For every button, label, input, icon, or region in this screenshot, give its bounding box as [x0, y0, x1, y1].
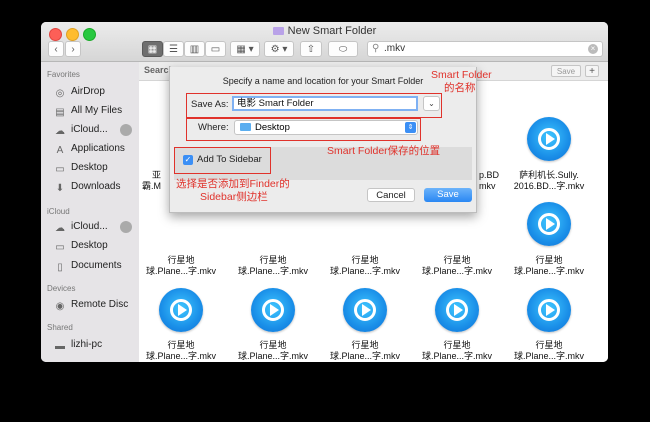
icon-view-button[interactable]: ▦: [142, 41, 163, 57]
icloud-progress-icon: [119, 124, 132, 136]
sidebar-item-icloud-desktop[interactable]: ▭ Desktop: [54, 239, 107, 253]
file-item[interactable]: 行星地 球.Plane...字.mkv: [417, 255, 497, 277]
video-file-icon[interactable]: [159, 288, 203, 332]
video-file-icon[interactable]: [343, 288, 387, 332]
sidebar-item-all-my-files[interactable]: ▤ All My Files: [54, 104, 122, 118]
sidebar-header-icloud: iCloud: [47, 207, 70, 216]
annotation-name-line1: Smart Folder: [431, 69, 492, 81]
video-file-icon[interactable]: [527, 288, 571, 332]
cover-flow-button[interactable]: ▭: [205, 41, 226, 57]
file-item[interactable]: 行星地 球.Plane...字.mkv: [141, 255, 221, 277]
action-gear-button[interactable]: ⚙ ▾: [264, 41, 294, 57]
sidebar-header-devices: Devices: [47, 284, 76, 293]
arrange-button[interactable]: ▦ ▾: [230, 41, 260, 57]
window-title: New Smart Folder: [41, 25, 608, 37]
annotation-location: Smart Folder保存的位置: [327, 145, 441, 157]
sidebar-item-lizhi-pc[interactable]: ▬ lizhi-pc: [54, 338, 102, 352]
search-icon: ⚲: [372, 43, 380, 54]
sidebar-item-downloads[interactable]: ⬇ Downloads: [54, 180, 121, 194]
file-item[interactable]: 行星地 球.Plane...字.mkv: [509, 340, 589, 362]
file-item[interactable]: 行星地 球.Plane...字.mkv: [325, 340, 405, 362]
sidebar-item-airdrop[interactable]: ◎ AirDrop: [54, 85, 105, 99]
list-view-button[interactable]: ☰: [163, 41, 184, 57]
cancel-button[interactable]: Cancel: [367, 188, 415, 202]
disc-icon: ◉: [55, 301, 65, 312]
airdrop-icon: ◎: [55, 88, 65, 99]
annotation-sidebar-line2: Sidebar侧边栏: [200, 191, 268, 203]
sidebar-item-remote-disc[interactable]: ◉ Remote Disc: [54, 298, 129, 312]
file-item[interactable]: 行星地 球.Plane...字.mkv: [509, 255, 589, 277]
add-criteria-button[interactable]: +: [585, 65, 599, 77]
column-view-button[interactable]: ▥: [184, 41, 205, 57]
file-item[interactable]: 亚霸.M: [121, 170, 161, 192]
file-item[interactable]: 行星地 球.Plane...字.mkv: [325, 255, 405, 277]
file-item[interactable]: 萨利机长.Sully. 2016.BD...字.mkv: [509, 170, 589, 192]
file-item[interactable]: 行星地 球.Plane...字.mkv: [141, 340, 221, 362]
sidebar-item-icloud[interactable]: ☁ iCloud...: [54, 123, 132, 137]
clear-search-icon[interactable]: ×: [588, 44, 598, 54]
title-bar: New Smart Folder ‹ › ▦ ☰ ▥ ▭ ▦ ▾ ⚙ ▾ ⇧ ⬭…: [41, 22, 608, 62]
sidebar-item-desktop[interactable]: ▭ Desktop: [54, 161, 107, 175]
annotation-box-save-as: [186, 93, 442, 118]
sidebar-item-applications[interactable]: A Applications: [54, 142, 125, 156]
sidebar-item-documents[interactable]: ▯ Documents: [54, 259, 121, 273]
smart-folder-icon: [272, 27, 284, 35]
search-field[interactable]: ⚲ .mkv ×: [367, 41, 603, 57]
annotation-box-where: [186, 118, 421, 141]
video-file-icon[interactable]: [527, 117, 571, 161]
annotation-box-add-to-sidebar: [174, 147, 271, 174]
all-files-icon: ▤: [55, 107, 65, 118]
video-file-icon[interactable]: [435, 288, 479, 332]
annotation-name-line2: 的名称: [444, 82, 476, 94]
video-file-icon[interactable]: [527, 202, 571, 246]
sidebar-item-icloud-drive[interactable]: ☁ iCloud...: [54, 220, 132, 234]
save-search-button[interactable]: Save: [551, 65, 581, 77]
cloud-icon: ☁: [55, 126, 65, 137]
applications-icon: A: [56, 145, 64, 156]
save-button[interactable]: Save: [424, 188, 472, 202]
documents-icon: ▯: [57, 262, 63, 273]
file-item[interactable]: 行星地 球.Plane...字.mkv: [233, 340, 313, 362]
downloads-icon: ⬇: [55, 183, 65, 194]
file-item[interactable]: 行星地 球.Plane...字.mkv: [417, 340, 497, 362]
sidebar-header-shared: Shared: [47, 323, 73, 332]
cloud-icon: ☁: [55, 223, 65, 234]
tags-button[interactable]: ⬭: [328, 41, 358, 57]
back-button[interactable]: ‹: [48, 41, 64, 57]
desktop-icon: ▭: [55, 164, 65, 175]
forward-button[interactable]: ›: [65, 41, 81, 57]
computer-icon: ▬: [55, 341, 65, 352]
file-item[interactable]: 行星地 球.Plane...字.mkv: [233, 255, 313, 277]
video-file-icon[interactable]: [251, 288, 295, 332]
desktop-icon: ▭: [55, 242, 65, 253]
icloud-progress-icon: [119, 221, 132, 233]
sidebar: Favorites ◎ AirDrop ▤ All My Files ☁ iCloud…: [41, 62, 139, 362]
sidebar-header-favorites: Favorites: [47, 70, 80, 79]
annotation-sidebar-line1: 选择是否添加到Finder的: [176, 178, 290, 190]
share-button[interactable]: ⇧: [300, 41, 322, 57]
